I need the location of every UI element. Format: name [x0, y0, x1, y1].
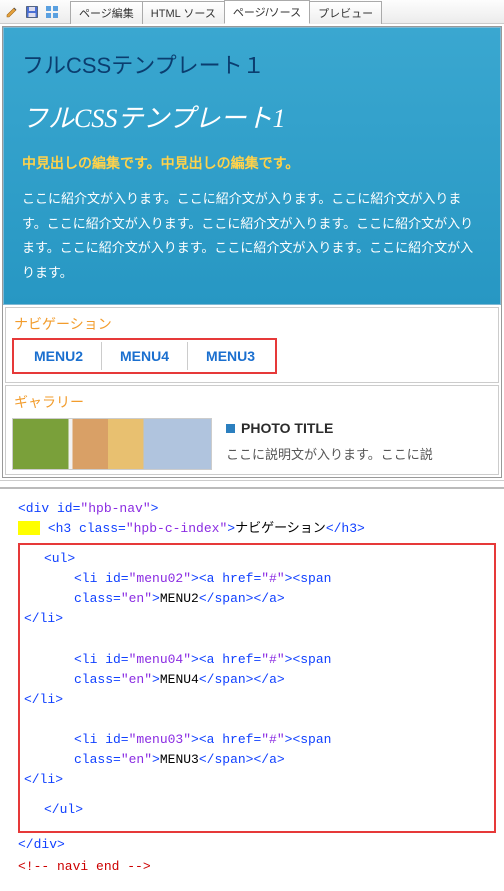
- src-line-div-close: </div>: [18, 835, 496, 855]
- src-line-li-3: <li id="menu03"><a href="#"><span class=…: [24, 730, 490, 770]
- nav-item-menu2[interactable]: MENU2: [16, 342, 102, 370]
- highlight-marker: [18, 521, 40, 535]
- tab-html-source[interactable]: HTML ソース: [142, 1, 225, 24]
- gallery-text: PHOTO TITLE ここに説明文が入ります。ここに説: [226, 418, 492, 463]
- src-line-li-1-close: </li>: [24, 609, 490, 629]
- src-line-ul-open: <ul>: [24, 549, 490, 569]
- gallery-row: PHOTO TITLE ここに説明文が入ります。ここに説: [12, 418, 492, 470]
- gallery-title: ギャラリー: [14, 392, 492, 412]
- tab-page-source[interactable]: ページ/ソース: [224, 0, 310, 24]
- nav-title: ナビゲーション: [14, 314, 492, 334]
- src-line-ul-close: </ul>: [24, 800, 490, 820]
- brand-line-2: フルCSSテンプレート1: [22, 98, 482, 135]
- gallery-thumbnail[interactable]: [12, 418, 212, 470]
- source-pane[interactable]: <div id="hpb-nav"> <h3 class="hpb-c-inde…: [0, 488, 504, 891]
- nav-section: ナビゲーション MENU2 MENU4 MENU3: [5, 307, 499, 383]
- src-line-comment: <!-- navi end -->: [18, 857, 496, 877]
- src-line-li-2: <li id="menu04"><a href="#"><span class=…: [24, 650, 490, 690]
- tab-preview[interactable]: プレビュー: [309, 1, 382, 24]
- src-line-li-1: <li id="menu02"><a href="#"><span class=…: [24, 569, 490, 609]
- banner-hero: フルCSSテンプレート１ フルCSSテンプレート1 中見出しの編集です。中見出し…: [3, 27, 501, 305]
- preview-pane: フルCSSテンプレート１ フルCSSテンプレート1 中見出しの編集です。中見出し…: [2, 26, 502, 478]
- banner-paragraph: ここに紹介文が入ります。ここに紹介文が入ります。ここに紹介文が入ります。ここに紹…: [22, 187, 482, 286]
- pencil-icon[interactable]: [4, 4, 20, 20]
- src-line-div-open: <div id="hpb-nav">: [18, 499, 496, 519]
- split-divider[interactable]: [0, 480, 504, 488]
- nav-item-menu3[interactable]: MENU3: [188, 342, 273, 370]
- source-highlight-box: <ul> <li id="menu02"><a href="#"><span c…: [18, 543, 496, 833]
- photo-description: ここに説明文が入ります。ここに説: [226, 444, 492, 463]
- photo-title: PHOTO TITLE: [226, 420, 492, 436]
- grid-icon[interactable]: [44, 4, 60, 20]
- src-line-li-2-close: </li>: [24, 690, 490, 710]
- brand-line-1: フルCSSテンプレート１: [22, 48, 482, 80]
- editor-tabs: ページ編集 HTML ソース ページ/ソース プレビュー: [70, 0, 381, 24]
- disk-icon[interactable]: [24, 4, 40, 20]
- tab-page-edit[interactable]: ページ編集: [70, 1, 143, 24]
- nav-menu-highlight: MENU2 MENU4 MENU3: [12, 338, 277, 374]
- src-line-li-3-close: </li>: [24, 770, 490, 790]
- src-line-h3: <h3 class="hpb-c-index">ナビゲーション</h3>: [18, 519, 496, 539]
- nav-item-menu4[interactable]: MENU4: [102, 342, 188, 370]
- banner-subheading: 中見出しの編集です。中見出しの編集です。: [22, 153, 482, 173]
- editor-toolbar: ページ編集 HTML ソース ページ/ソース プレビュー: [0, 0, 504, 24]
- gallery-section: ギャラリー PHOTO TITLE ここに説明文が入ります。ここに説: [5, 385, 499, 475]
